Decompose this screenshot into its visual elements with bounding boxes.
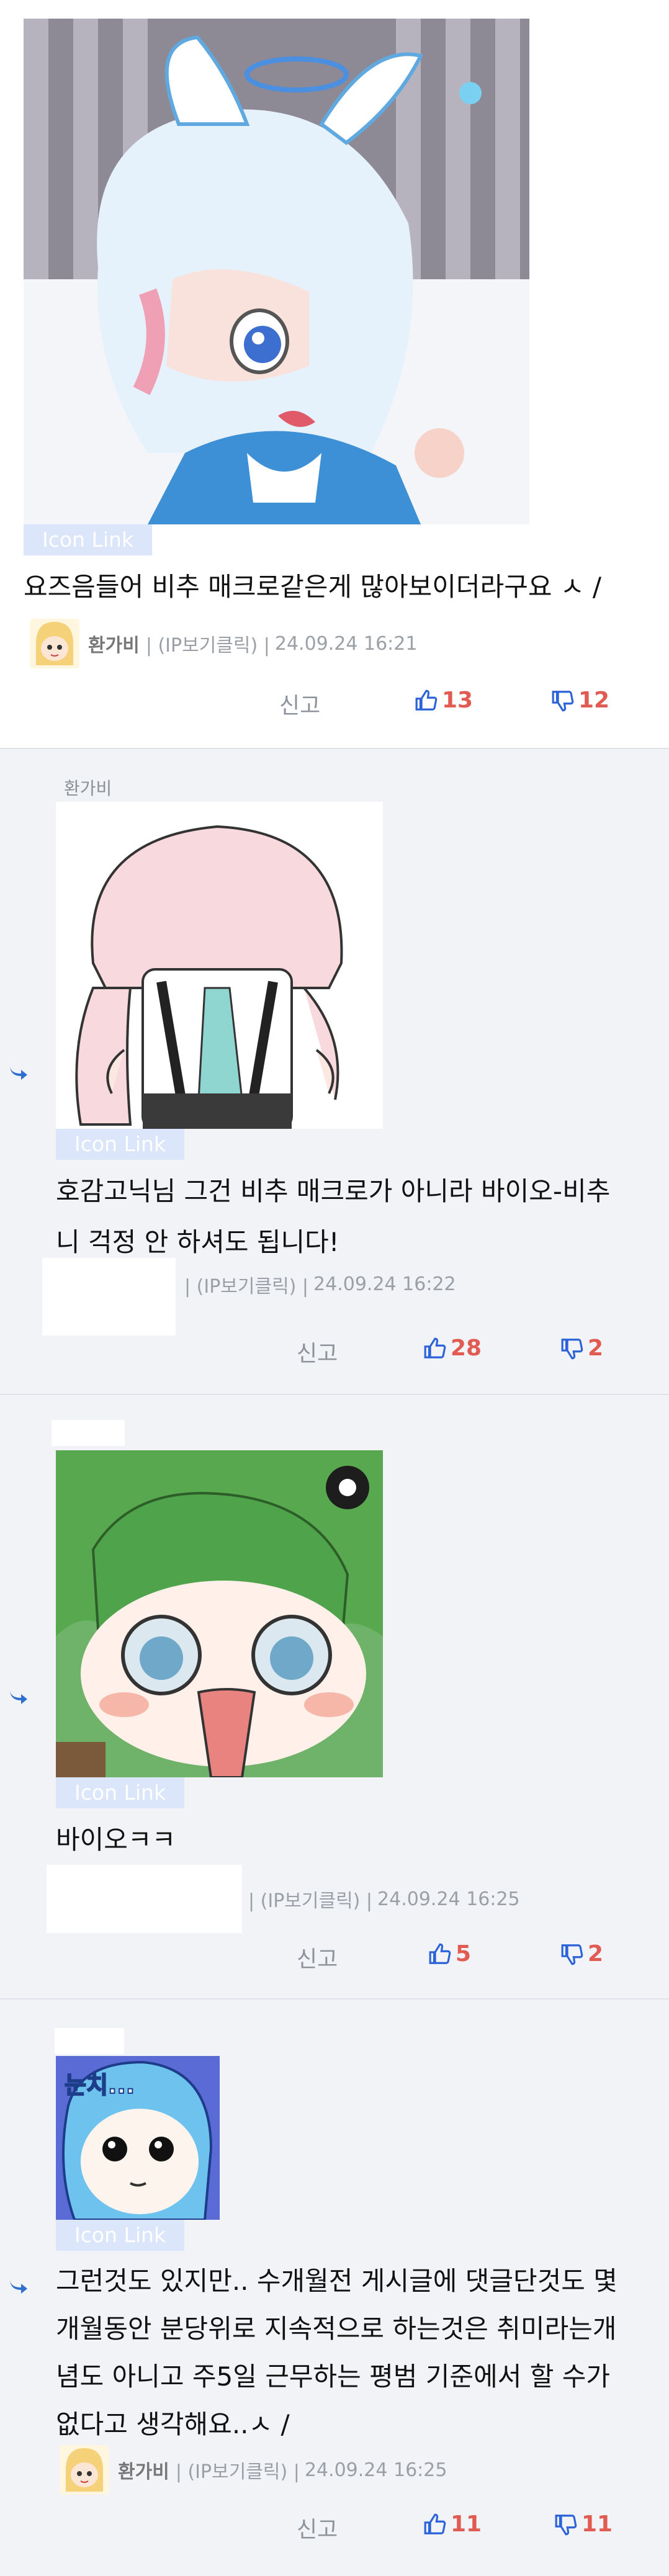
comment-2-meta: | (IP보기클릭) | 24.09.24 16:22 <box>42 1258 456 1335</box>
reply-arrow-icon <box>7 1687 30 1705</box>
nickname[interactable]: 환가비 <box>118 2456 169 2484</box>
comment-3-sticker-image[interactable] <box>56 1450 383 1777</box>
downvote-count: 12 <box>578 688 610 713</box>
thumbs-up-icon <box>424 1337 446 1358</box>
downvote-button[interactable]: 2 <box>560 1941 603 1967</box>
nickname[interactable] <box>42 1258 176 1335</box>
comment-4-sticker-image[interactable]: 눈치... <box>56 2056 220 2220</box>
comment-3: Icon Link 바이오ㅋㅋ | (IP보기클릭) | 24.09.24 16… <box>0 1395 669 1999</box>
downvote-button[interactable]: 12 <box>551 688 609 713</box>
report-button[interactable]: 신고 <box>279 688 320 720</box>
reply-arrow-icon <box>7 1062 30 1081</box>
thumbs-up-icon <box>415 689 438 711</box>
reply-parent-nickname-box <box>55 2028 124 2054</box>
comment-1-meta: 환가비 | (IP보기클릭) | 24.09.24 16:21 <box>30 619 417 668</box>
avatar[interactable] <box>60 2445 109 2495</box>
comment-1-text: 요즈음들어 비추 매크로같은게 많아보이더라구요 ㅅ / <box>24 572 601 602</box>
report-button[interactable]: 신고 <box>297 1941 338 1973</box>
thumbs-up-icon <box>429 1943 451 1964</box>
thumbs-up-icon <box>424 2513 446 2534</box>
upvote-button[interactable]: 11 <box>423 2511 482 2537</box>
timestamp: 24.09.24 16:21 <box>274 632 418 655</box>
comment-1-sticker-image[interactable] <box>24 19 529 524</box>
upvote-count: 5 <box>456 1941 472 1967</box>
sticker-caption: 눈치... <box>65 2071 135 2099</box>
downvote-count: 2 <box>588 1335 604 1361</box>
comment-1: Icon Link 요즈음들어 비추 매크로같은게 많아보이더라구요 ㅅ / 환… <box>0 0 669 749</box>
comment-4-icon-link[interactable]: Icon Link <box>56 2220 185 2251</box>
avatar[interactable] <box>30 619 79 668</box>
reply-parent-nickname: 환가비 <box>64 778 112 799</box>
ip-view-link[interactable]: | (IP보기클릭) | <box>248 1885 372 1913</box>
downvote-count: 11 <box>581 2511 613 2537</box>
comment-4: 눈치... Icon Link 그런것도 있지만.. 수개월전 게시글에 댓글단… <box>0 1999 669 2576</box>
thumbs-down-icon <box>561 1338 583 1359</box>
downvote-count: 2 <box>588 1941 604 1967</box>
report-button[interactable]: 신고 <box>297 2511 338 2544</box>
ip-view-link[interactable]: | (IP보기클릭) | <box>146 630 270 657</box>
timestamp: 24.09.24 16:25 <box>304 2459 447 2481</box>
ip-view-link[interactable]: | (IP보기클릭) | <box>176 2456 300 2484</box>
reply-arrow-icon <box>7 2276 30 2295</box>
timestamp: 24.09.24 16:22 <box>313 1273 456 1295</box>
nickname[interactable] <box>47 1865 242 1933</box>
upvote-count: 13 <box>442 688 474 713</box>
timestamp: 24.09.24 16:25 <box>377 1888 520 1910</box>
thumbs-down-icon <box>561 1944 583 1965</box>
report-button[interactable]: 신고 <box>297 1335 338 1368</box>
downvote-button[interactable]: 2 <box>560 1335 603 1361</box>
reply-parent-nickname-box <box>52 1420 125 1446</box>
comment-3-text: 바이오ㅋㅋ <box>56 1824 176 1855</box>
upvote-button[interactable]: 13 <box>415 688 473 713</box>
comment-2-icon-link[interactable]: Icon Link <box>56 1129 185 1160</box>
comment-2-text: 호감고닉님 그건 비추 매크로가 아니라 바이오-비추 니 걱정 안 하셔도 됩… <box>56 1176 611 1257</box>
comment-3-icon-link[interactable]: Icon Link <box>56 1777 185 1808</box>
comment-2: 환가비 Icon Link 호감고닉님 그건 비추 매크로가 아니라 바이오-비… <box>0 749 669 1395</box>
ip-view-link[interactable]: | (IP보기클릭) | <box>184 1271 308 1298</box>
comment-3-meta: | (IP보기클릭) | 24.09.24 16:25 <box>47 1865 520 1933</box>
downvote-button[interactable]: 11 <box>554 2511 613 2537</box>
upvote-count: 11 <box>451 2511 482 2537</box>
comment-4-meta: 환가비 | (IP보기클릭) | 24.09.24 16:25 <box>60 2445 447 2495</box>
comment-4-text: 그런것도 있지만.. 수개월전 게시글에 댓글단것도 몇 개월동안 분당위로 지… <box>56 2266 617 2439</box>
comment-1-icon-link[interactable]: Icon Link <box>24 524 153 555</box>
upvote-button[interactable]: 5 <box>428 1941 471 1967</box>
upvote-button[interactable]: 28 <box>423 1335 482 1361</box>
nickname[interactable]: 환가비 <box>88 630 140 657</box>
upvote-count: 28 <box>451 1335 482 1361</box>
thumbs-down-icon <box>555 2514 577 2535</box>
thumbs-down-icon <box>552 690 574 711</box>
comment-2-sticker-image[interactable] <box>56 802 383 1129</box>
